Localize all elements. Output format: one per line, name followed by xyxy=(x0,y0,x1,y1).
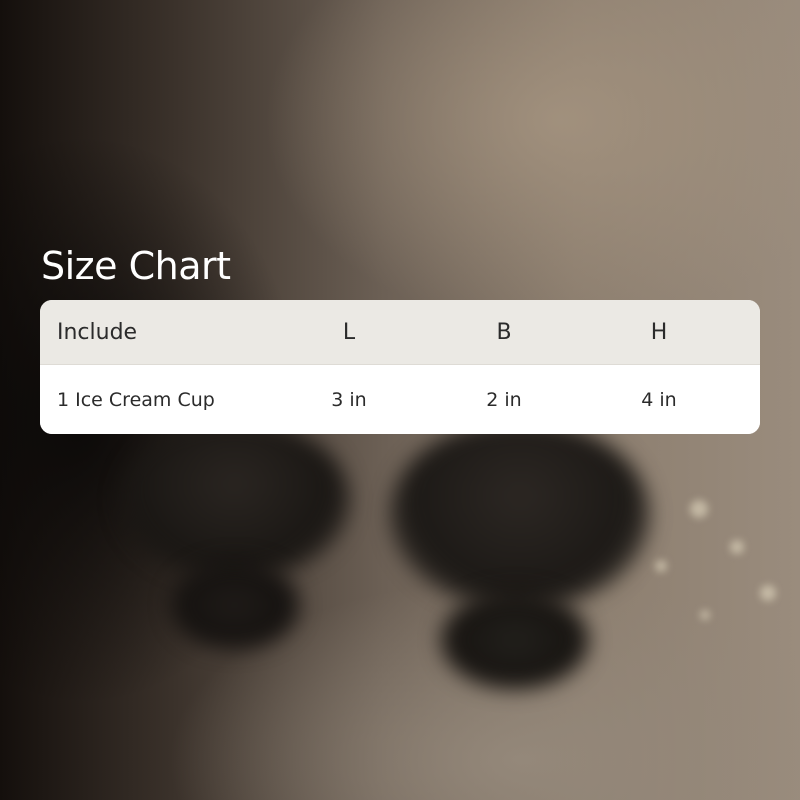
bokeh-light xyxy=(655,560,667,572)
table-header-row: Include L B H xyxy=(40,300,760,365)
item-name-cell: 1 Ice Cream Cup xyxy=(57,388,215,411)
bokeh-light xyxy=(760,585,776,601)
column-header-include: Include xyxy=(57,319,138,345)
bokeh-light xyxy=(700,610,710,620)
bokeh-light xyxy=(690,500,708,518)
table-row: 1 Ice Cream Cup 3 in 2 in 4 in xyxy=(40,365,760,434)
breadth-cell: 2 in xyxy=(486,388,522,411)
column-header-breadth: B xyxy=(496,319,512,345)
bokeh-light xyxy=(730,540,744,554)
ice-cream-cup-left-foot xyxy=(170,560,300,650)
ice-cream-cup-right-bowl xyxy=(390,420,650,610)
height-cell: 4 in xyxy=(641,388,677,411)
size-chart-table: Include L B H 1 Ice Cream Cup 3 in 2 in … xyxy=(40,300,760,434)
length-cell: 3 in xyxy=(331,388,367,411)
size-chart-title: Size Chart xyxy=(41,244,231,288)
column-header-length: L xyxy=(342,319,356,345)
ice-cream-cup-left-bowl xyxy=(120,420,350,580)
column-header-height: H xyxy=(650,319,668,345)
ice-cream-cup-right-foot xyxy=(440,590,590,690)
